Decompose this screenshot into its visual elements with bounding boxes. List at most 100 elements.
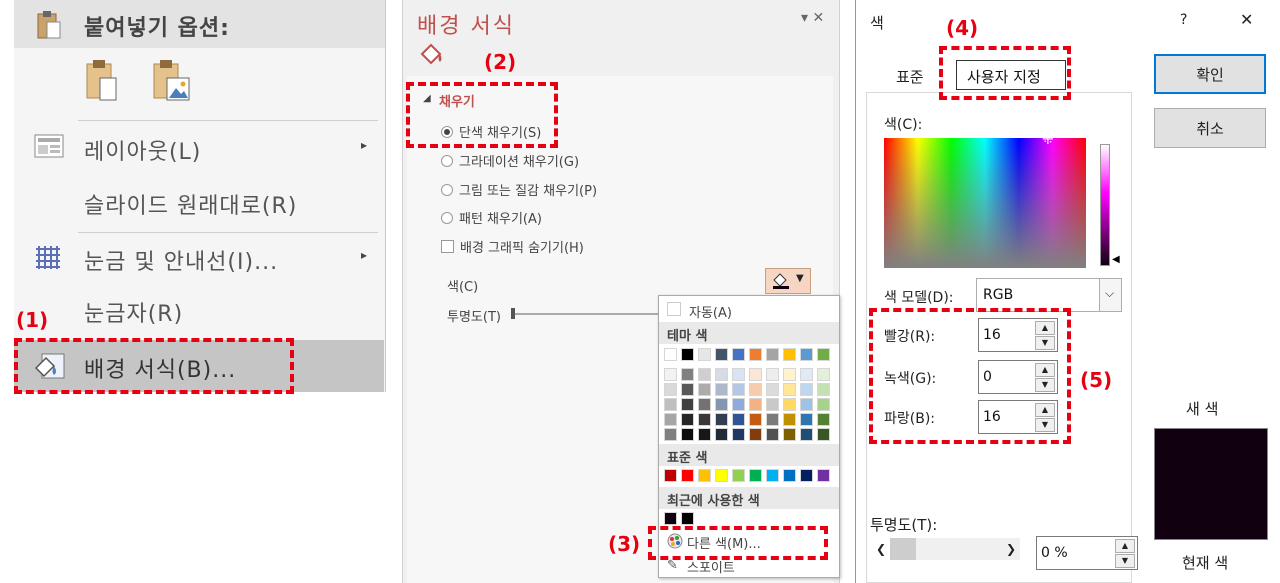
theme-color-shade-swatch[interactable] — [664, 428, 677, 441]
standard-color-swatch[interactable] — [766, 469, 779, 482]
luminance-bar[interactable] — [1100, 144, 1110, 266]
luminance-pointer-icon[interactable]: ◀ — [1112, 254, 1120, 265]
theme-color-shade-swatch[interactable] — [681, 398, 694, 411]
fill-option-pattern[interactable]: 패턴 채우기(A) — [441, 208, 542, 227]
fill-option-picture[interactable]: 그림 또는 질감 채우기(P) — [441, 180, 597, 199]
theme-color-shade-swatch[interactable] — [681, 413, 694, 426]
theme-color-swatch[interactable] — [664, 348, 677, 361]
theme-color-shade-swatch[interactable] — [698, 368, 711, 381]
paste-picture-icon[interactable] — [151, 58, 191, 106]
theme-color-shade-swatch[interactable] — [783, 428, 796, 441]
theme-color-shade-swatch[interactable] — [715, 413, 728, 426]
ok-button[interactable]: 확인 — [1154, 54, 1266, 94]
theme-color-shade-swatch[interactable] — [800, 383, 813, 396]
theme-color-shade-swatch[interactable] — [698, 413, 711, 426]
theme-color-shade-swatch[interactable] — [732, 413, 745, 426]
theme-color-shade-swatch[interactable] — [800, 398, 813, 411]
theme-color-shade-swatch[interactable] — [681, 428, 694, 441]
theme-color-shade-swatch[interactable] — [732, 428, 745, 441]
theme-color-shade-swatch[interactable] — [732, 368, 745, 381]
theme-color-shade-swatch[interactable] — [715, 383, 728, 396]
transparency-left-icon[interactable]: ❮ — [876, 542, 886, 556]
transparency-value[interactable]: 0 % — [1041, 545, 1068, 561]
fill-option-gradient[interactable]: 그라데이션 채우기(G) — [441, 151, 579, 170]
theme-color-shade-swatch[interactable] — [783, 398, 796, 411]
theme-color-shade-swatch[interactable] — [749, 368, 762, 381]
theme-color-swatch[interactable] — [681, 348, 694, 361]
theme-color-shade-swatch[interactable] — [800, 368, 813, 381]
theme-color-shade-swatch[interactable] — [749, 413, 762, 426]
theme-color-swatch[interactable] — [732, 348, 745, 361]
standard-color-swatch[interactable] — [681, 469, 694, 482]
theme-color-shade-swatch[interactable] — [664, 398, 677, 411]
theme-color-shade-swatch[interactable] — [817, 428, 830, 441]
theme-color-shade-swatch[interactable] — [664, 413, 677, 426]
theme-color-shade-swatch[interactable] — [698, 428, 711, 441]
theme-color-shade-swatch[interactable] — [766, 398, 779, 411]
theme-color-shade-swatch[interactable] — [715, 428, 728, 441]
standard-color-swatch[interactable] — [800, 469, 813, 482]
transparency-up-icon[interactable]: ▲ — [1115, 539, 1135, 553]
standard-color-swatch[interactable] — [664, 469, 677, 482]
theme-color-shade-swatch[interactable] — [749, 428, 762, 441]
auto-color-swatch[interactable] — [667, 302, 681, 316]
transparency-track[interactable] — [890, 538, 1020, 560]
pane-header-controls[interactable]: ▾ ✕ — [801, 10, 824, 26]
recent-color-swatch[interactable] — [664, 512, 677, 525]
theme-color-shade-swatch[interactable] — [732, 398, 745, 411]
theme-color-swatch[interactable] — [749, 348, 762, 361]
theme-color-shade-swatch[interactable] — [698, 398, 711, 411]
theme-color-shade-swatch[interactable] — [800, 413, 813, 426]
color-spectrum[interactable] — [884, 138, 1086, 268]
theme-color-swatch[interactable] — [800, 348, 813, 361]
theme-color-shade-swatch[interactable] — [817, 413, 830, 426]
theme-color-shade-swatch[interactable] — [766, 413, 779, 426]
tab-standard[interactable]: 표준 — [896, 66, 924, 87]
standard-color-swatch[interactable] — [783, 469, 796, 482]
theme-color-shade-swatch[interactable] — [817, 398, 830, 411]
transparency-thumb[interactable] — [890, 538, 916, 560]
menu-item-layout[interactable]: 레이아웃(L) — [84, 134, 201, 166]
theme-color-shade-swatch[interactable] — [817, 383, 830, 396]
theme-color-swatch[interactable] — [715, 348, 728, 361]
theme-color-shade-swatch[interactable] — [766, 383, 779, 396]
cancel-button[interactable]: 취소 — [1154, 108, 1266, 148]
theme-color-swatch[interactable] — [698, 348, 711, 361]
transparency-slider-thumb[interactable] — [511, 308, 515, 319]
auto-color-option[interactable]: 자동(A) — [689, 302, 732, 321]
hide-graphics-checkbox[interactable] — [441, 240, 454, 253]
theme-color-shade-swatch[interactable] — [817, 368, 830, 381]
theme-color-shade-swatch[interactable] — [783, 368, 796, 381]
menu-item-reset-slide[interactable]: 슬라이드 원래대로(R) — [84, 188, 297, 220]
fill-color-button[interactable]: ▼ — [765, 268, 811, 294]
menu-item-ruler[interactable]: 눈금자(R) — [84, 296, 183, 328]
theme-color-swatch[interactable] — [766, 348, 779, 361]
theme-color-shade-swatch[interactable] — [766, 368, 779, 381]
radio-pattern[interactable] — [441, 211, 453, 224]
close-icon[interactable]: ✕ — [1240, 10, 1253, 29]
color-model-dropdown-button[interactable]: ⌵ — [1099, 279, 1121, 311]
theme-color-shade-swatch[interactable] — [664, 383, 677, 396]
standard-color-swatch[interactable] — [749, 469, 762, 482]
theme-color-shade-swatch[interactable] — [783, 413, 796, 426]
theme-color-shade-swatch[interactable] — [766, 428, 779, 441]
transparency-right-icon[interactable]: ❯ — [1006, 542, 1016, 556]
color-model-select[interactable]: RGB ⌵ — [976, 278, 1122, 312]
standard-color-swatch[interactable] — [817, 469, 830, 482]
theme-color-swatch[interactable] — [783, 348, 796, 361]
theme-color-shade-swatch[interactable] — [698, 383, 711, 396]
recent-color-swatch[interactable] — [681, 512, 694, 525]
standard-color-swatch[interactable] — [715, 469, 728, 482]
theme-color-shade-swatch[interactable] — [681, 368, 694, 381]
theme-color-shade-swatch[interactable] — [800, 428, 813, 441]
transparency-down-icon[interactable]: ▼ — [1115, 554, 1135, 568]
theme-color-shade-swatch[interactable] — [715, 398, 728, 411]
theme-color-shade-swatch[interactable] — [715, 368, 728, 381]
theme-color-shade-swatch[interactable] — [783, 383, 796, 396]
menu-item-grid-guides[interactable]: 눈금 및 안내선(I)... — [84, 244, 278, 276]
transparency-slider[interactable] — [511, 313, 661, 315]
radio-gradient[interactable] — [441, 154, 453, 167]
theme-color-shade-swatch[interactable] — [681, 383, 694, 396]
theme-color-shade-swatch[interactable] — [749, 398, 762, 411]
theme-color-shade-swatch[interactable] — [664, 368, 677, 381]
